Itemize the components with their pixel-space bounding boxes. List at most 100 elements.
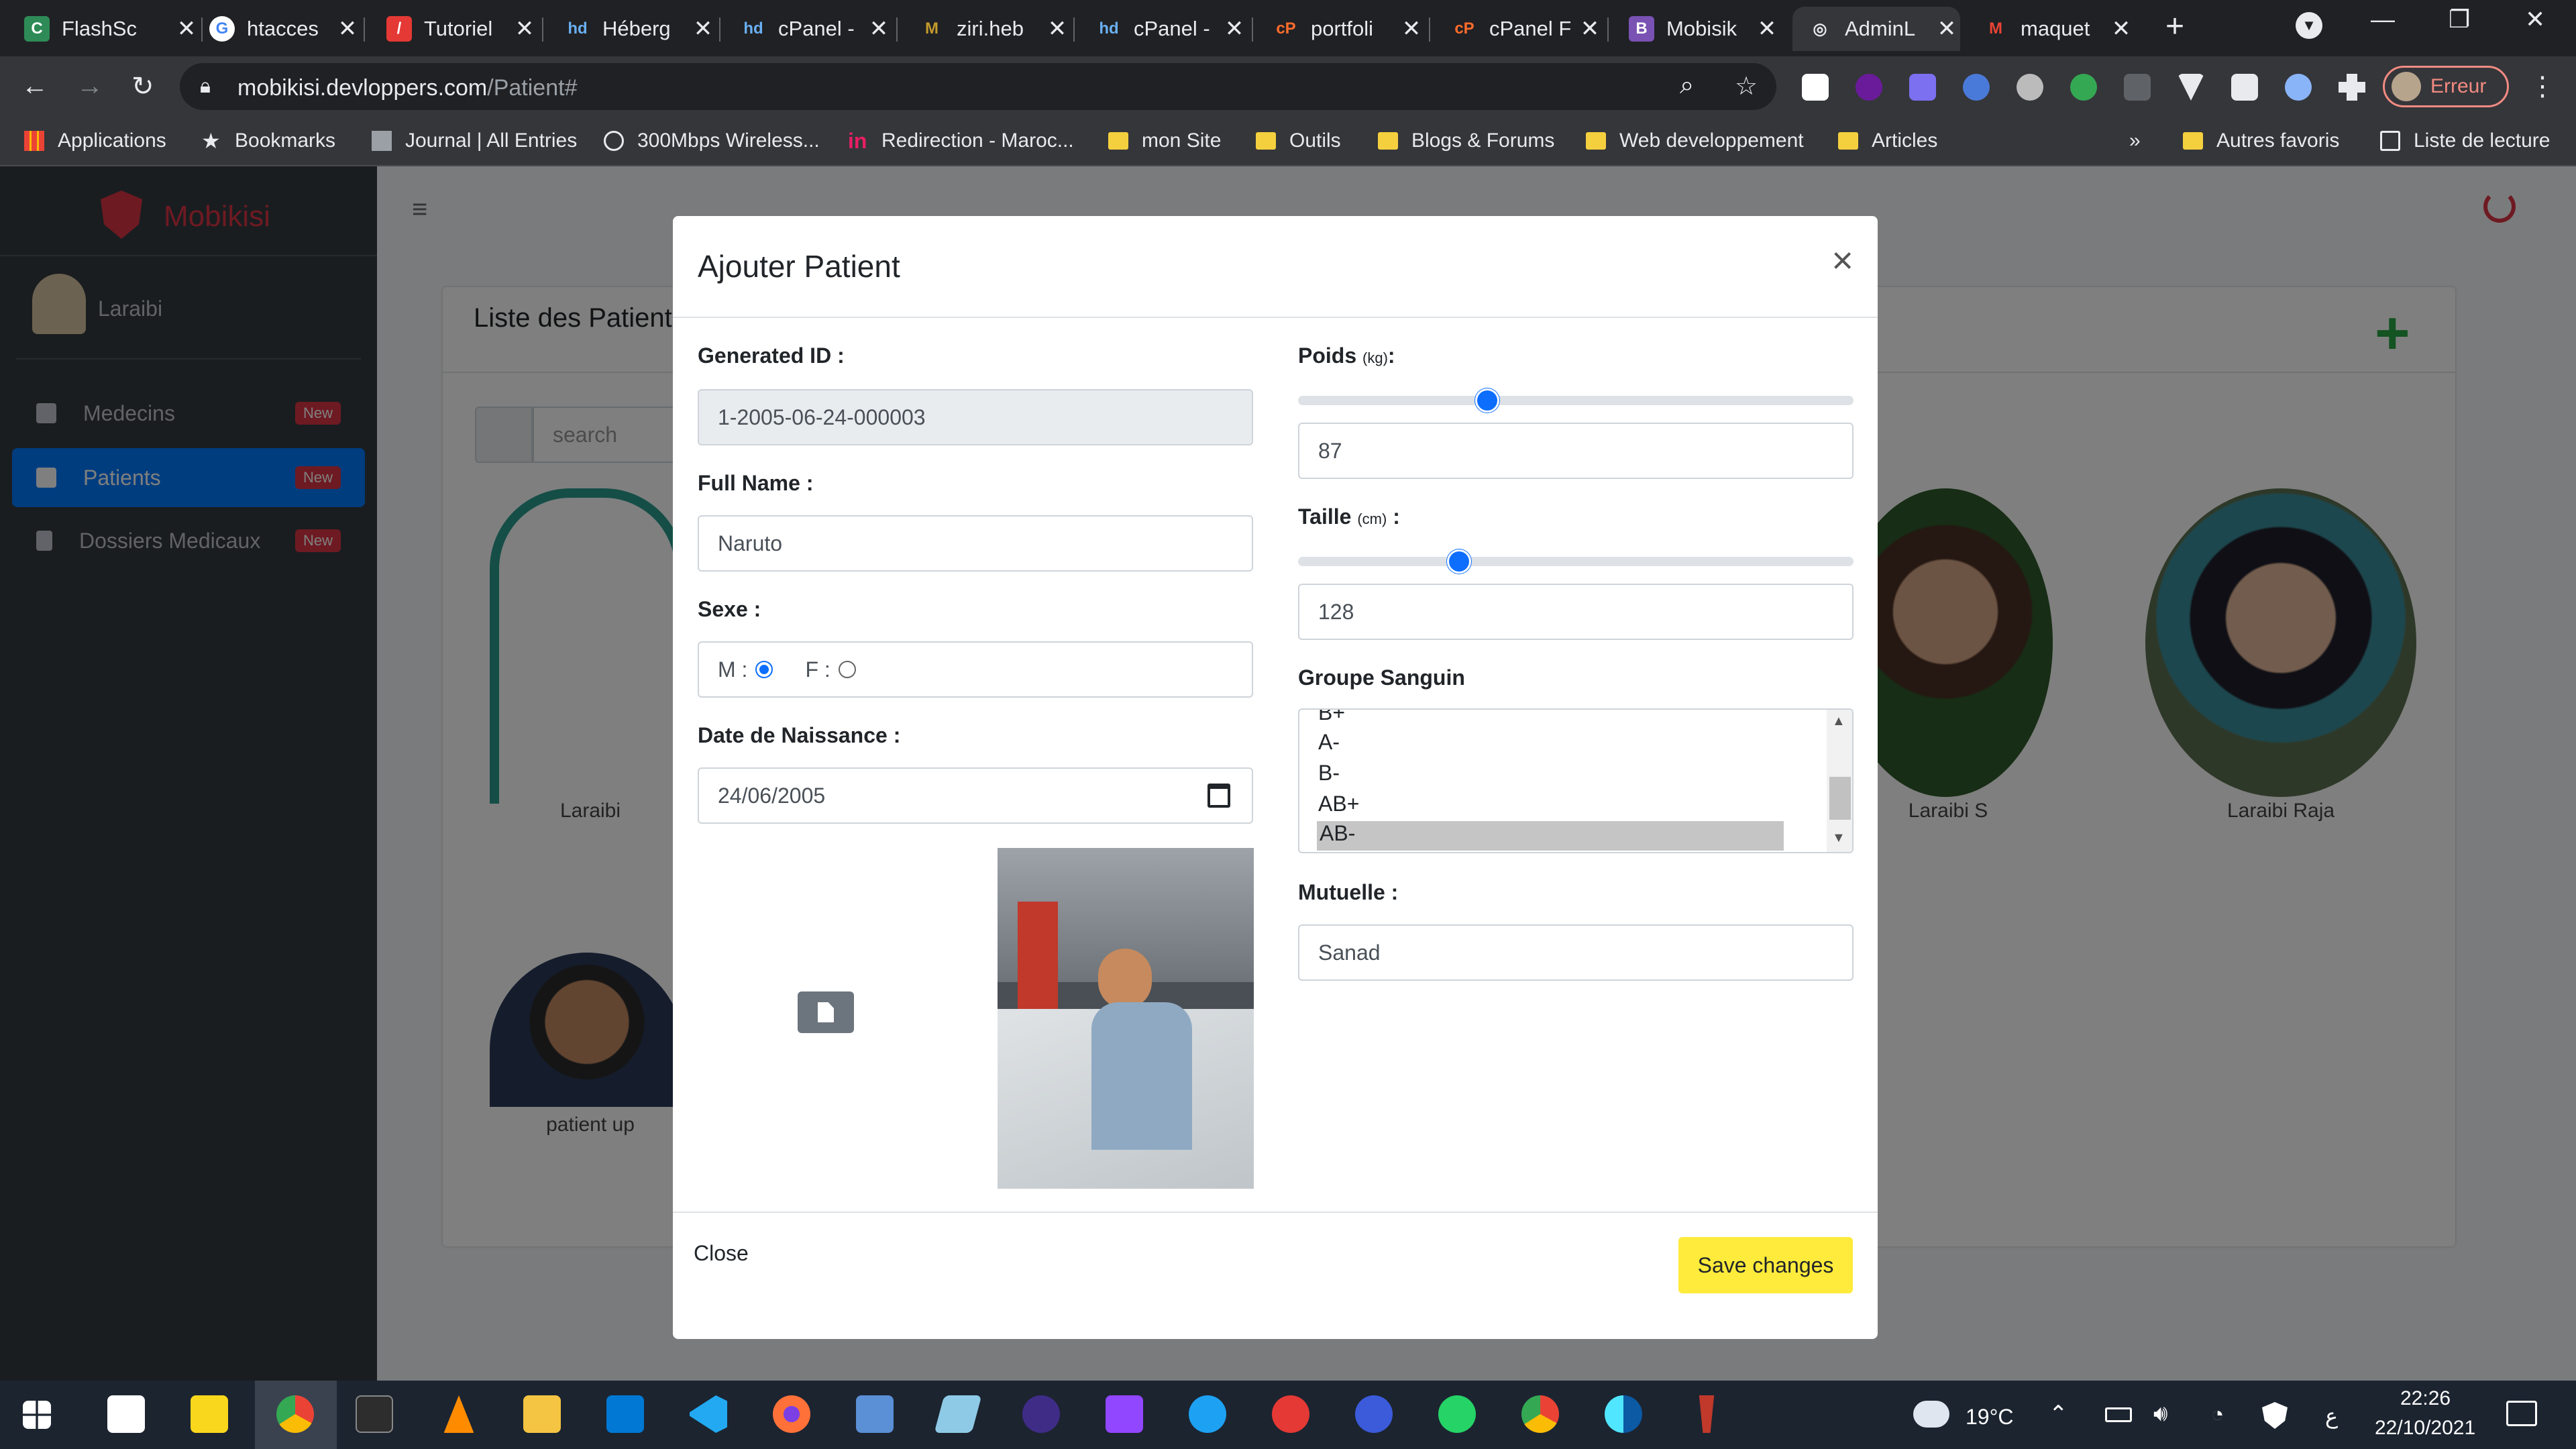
security-shield-icon[interactable] [2262, 1402, 2288, 1429]
weather-temp[interactable]: 19°C [1966, 1405, 2014, 1430]
fullname-input[interactable]: Naruto [698, 515, 1253, 572]
puzzle-icon[interactable] [2339, 74, 2365, 101]
dob-input[interactable]: 24/06/2005 [698, 767, 1253, 824]
close-tab-icon[interactable]: ✕ [1754, 15, 1780, 42]
bookmarks-overflow[interactable]: » [2129, 126, 2141, 156]
browser-tab[interactable]: M maquet ✕ [1983, 7, 2135, 51]
extension-icon[interactable] [2285, 74, 2312, 101]
extension-icon[interactable] [1856, 74, 1882, 101]
input-language[interactable]: ع [2325, 1403, 2338, 1429]
close-tab-icon[interactable]: ✕ [1044, 15, 1071, 42]
battery-icon[interactable] [2105, 1407, 2132, 1422]
listbox-option[interactable]: A- [1318, 730, 1340, 755]
bookmark-item[interactable]: Journal | All Entries [372, 126, 577, 156]
browser-tab[interactable]: C FlashSc ✕ [24, 7, 200, 51]
close-tab-icon[interactable]: ✕ [2108, 15, 2135, 42]
close-window-icon[interactable]: ✕ [2525, 5, 2545, 34]
poids-slider-track[interactable] [1298, 396, 1854, 405]
address-bar[interactable]: 🔒︎ mobikisi.devloppers.com/Patient# ⌕ ☆ [180, 63, 1776, 110]
taille-slider-thumb[interactable] [1447, 549, 1472, 574]
profile-button[interactable]: Erreur [2383, 66, 2509, 107]
vlc-icon[interactable] [443, 1395, 474, 1433]
listbox-option[interactable]: B+ [1318, 710, 1345, 725]
browser-tab[interactable]: / Tutoriel ✕ [386, 7, 538, 51]
notion-icon[interactable] [2231, 74, 2258, 101]
terminal-icon[interactable] [356, 1395, 393, 1433]
browser-tab-active[interactable]: ◎ AdminL ✕ [1792, 7, 1960, 51]
wifi-icon[interactable]: ◔ [2211, 1402, 2224, 1427]
vscode-icon[interactable] [690, 1395, 727, 1433]
weather-icon[interactable] [1913, 1401, 1949, 1428]
poids-input[interactable]: 87 [1298, 423, 1854, 479]
close-tab-icon[interactable]: ✕ [173, 15, 200, 42]
gear-icon[interactable] [2017, 74, 2043, 101]
app-icon[interactable] [934, 1395, 982, 1433]
app-icon[interactable] [1022, 1395, 1060, 1433]
browser-tab[interactable]: M ziri.heb ✕ [919, 7, 1071, 51]
vue-devtools-icon[interactable] [2178, 74, 2204, 101]
extension-icon[interactable] [2070, 74, 2097, 101]
poids-slider-thumb[interactable] [1474, 388, 1499, 413]
scroll-down-icon[interactable]: ▼ [1832, 830, 1845, 846]
network-app-icon[interactable] [856, 1395, 894, 1433]
close-tab-icon[interactable]: ✕ [1576, 15, 1603, 42]
firefox-icon[interactable] [773, 1395, 810, 1433]
extension-icon[interactable] [1909, 74, 1936, 101]
save-changes-button[interactable]: Save changes [1678, 1237, 1853, 1293]
bookmark-folder[interactable]: Autres favoris [2183, 126, 2339, 156]
scroll-up-icon[interactable]: ▲ [1832, 714, 1845, 729]
chrome-icon[interactable] [276, 1395, 314, 1433]
tab-search-icon[interactable]: ▼ [2296, 12, 2322, 39]
radio-f[interactable] [838, 661, 856, 678]
taille-slider-track[interactable] [1298, 557, 1854, 566]
browser-tab[interactable]: cP portfoli ✕ [1273, 7, 1425, 51]
close-tab-icon[interactable]: ✕ [511, 15, 538, 42]
listbox-option[interactable]: B- [1318, 761, 1340, 786]
close-tab-icon[interactable]: ✕ [334, 15, 361, 42]
outlook-icon[interactable] [606, 1395, 644, 1433]
windows-start-icon[interactable] [23, 1401, 51, 1429]
taille-input[interactable]: 128 [1298, 584, 1854, 640]
menu-kebab-icon[interactable]: ⋮ [2529, 71, 2556, 102]
browser-tab[interactable]: G htacces ✕ [209, 7, 361, 51]
calendar-icon[interactable] [1208, 784, 1230, 808]
reading-list[interactable]: Liste de lecture [2380, 126, 2550, 156]
bookmark-item[interactable]: in Redirection - Maroc... [848, 126, 1074, 156]
minimize-icon[interactable]: — [2371, 5, 2395, 34]
extension-icon[interactable] [2124, 74, 2151, 101]
radio-m[interactable] [755, 661, 773, 678]
app-icon[interactable] [1272, 1395, 1309, 1433]
groupe-sanguin-listbox[interactable]: B+ A- B- AB+ AB- ▲ ▼ [1298, 708, 1854, 853]
forward-icon[interactable]: → [76, 71, 103, 101]
extension-icon[interactable] [1802, 74, 1829, 101]
bookmark-folder[interactable]: mon Site [1108, 126, 1221, 156]
extension-icon[interactable] [1963, 74, 1990, 101]
back-icon[interactable]: ← [21, 71, 48, 101]
mutuelle-input[interactable]: Sanad [1298, 924, 1854, 981]
listbox-option[interactable]: AB+ [1318, 792, 1359, 816]
browser-tab[interactable]: hd cPanel - ✕ [741, 7, 892, 51]
file-explorer-icon[interactable] [523, 1395, 561, 1433]
browser-tab[interactable]: hd Héberg ✕ [565, 7, 716, 51]
bookmark-folder[interactable]: Articles [1838, 126, 1937, 156]
twitch-icon[interactable] [1106, 1395, 1143, 1433]
zoom-icon[interactable]: ⌕ [1680, 71, 1694, 100]
bookmark-item[interactable]: 300Mbps Wireless... [604, 126, 820, 156]
restore-icon[interactable]: ❐ [2449, 5, 2470, 34]
close-tab-icon[interactable]: ✕ [690, 15, 716, 42]
bookmark-folder[interactable]: Outils [1256, 126, 1341, 156]
chrome-icon[interactable] [1521, 1395, 1559, 1433]
app-icon[interactable] [1699, 1395, 1715, 1433]
close-tab-icon[interactable]: ✕ [1933, 15, 1960, 42]
clock-time[interactable]: 22:26 [2400, 1387, 2451, 1410]
scroll-thumb[interactable] [1829, 777, 1851, 820]
volume-icon[interactable]: 🔊︎ [2153, 1401, 2167, 1427]
bookmark-star-icon[interactable]: ☆ [1735, 71, 1758, 101]
notifications-icon[interactable] [2506, 1401, 2537, 1426]
listbox-option-selected[interactable]: AB- [1317, 821, 1784, 851]
sticky-notes-icon[interactable] [191, 1395, 228, 1433]
new-tab-button[interactable]: + [2165, 8, 2184, 45]
browser-tab[interactable]: B Mobisik ✕ [1629, 7, 1780, 51]
bookmark-folder[interactable]: Blogs & Forums [1378, 126, 1554, 156]
bookmark-folder[interactable]: Web developpement [1586, 126, 1804, 156]
